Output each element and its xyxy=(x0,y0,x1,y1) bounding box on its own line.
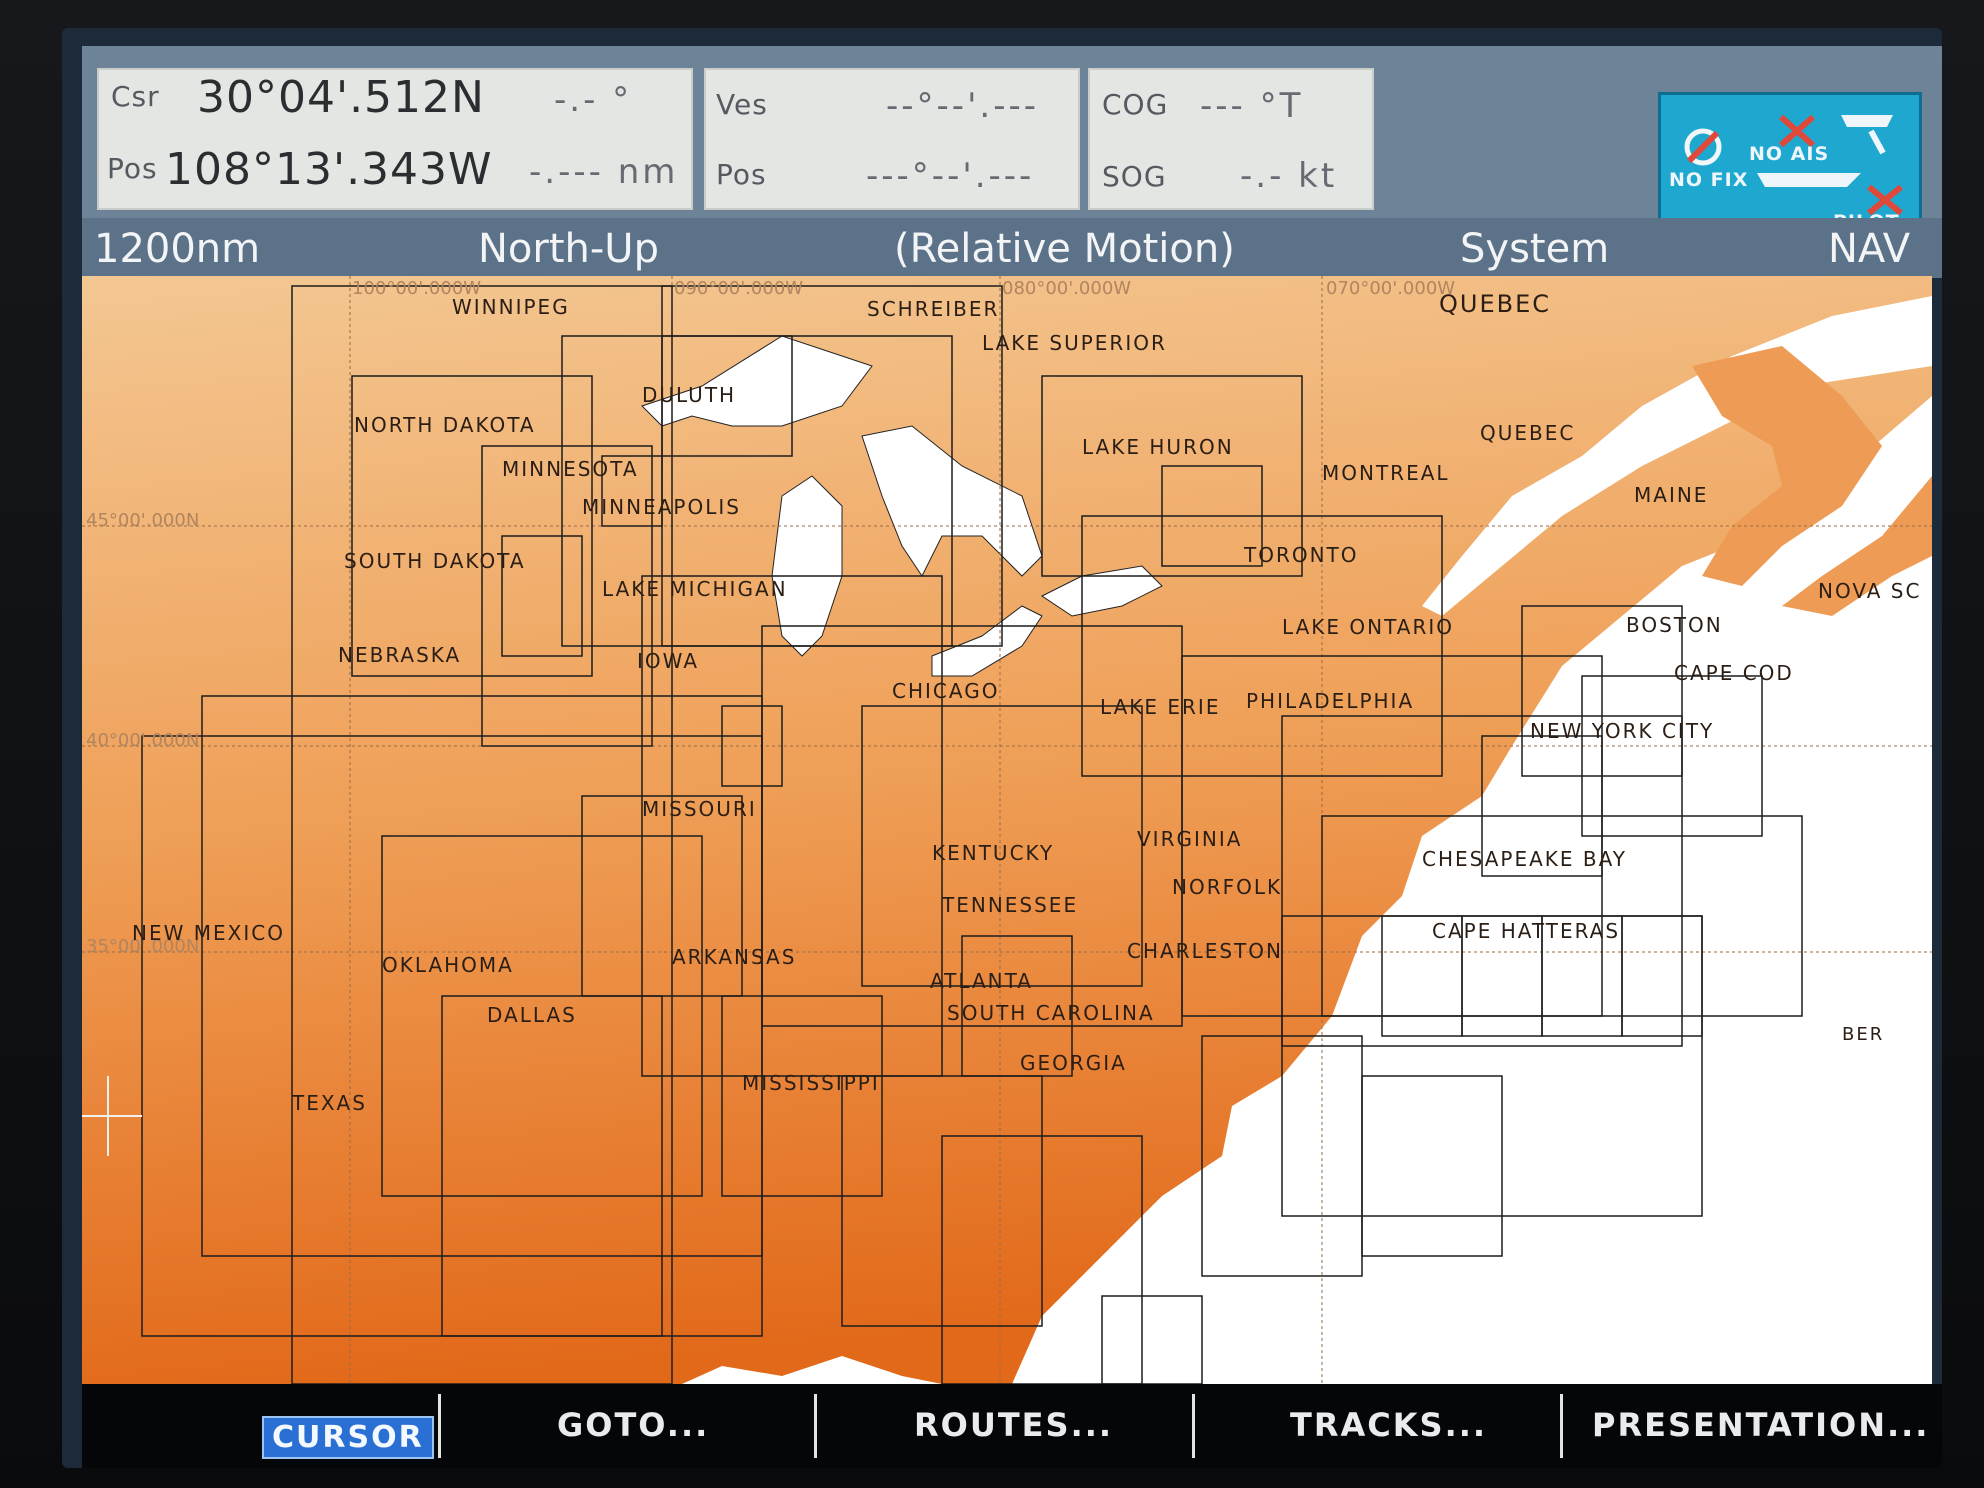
cursor-latitude: 30°04'.512N xyxy=(197,72,485,123)
pilot-cross-icon xyxy=(1867,184,1903,216)
place-label: QUEBEC xyxy=(1439,290,1551,318)
place-label: NEBRASKA xyxy=(338,643,461,667)
tracks-softkey[interactable]: TRACKS... xyxy=(1290,1406,1487,1444)
softkey-divider xyxy=(814,1394,817,1458)
ves-label: Ves xyxy=(716,88,768,121)
cursor-softkey[interactable]: CURSOR xyxy=(262,1416,434,1459)
place-label: OKLAHOMA xyxy=(382,953,514,977)
place-label: CHARLESTON xyxy=(1127,939,1283,963)
cursor-range: -.--- nm xyxy=(529,152,679,192)
place-label: IOWA xyxy=(637,649,699,673)
vessel-pos-label: Pos xyxy=(716,158,767,191)
place-label: VIRGINIA xyxy=(1137,827,1242,851)
nav-mode-label[interactable]: NAV xyxy=(1828,226,1910,272)
vessel-position-panel: Ves --°--'.--- Pos ---°--'.--- xyxy=(704,68,1080,210)
place-label: NORTH DAKOTA xyxy=(354,413,536,437)
course-speed-panel: COG --- °T SOG -.- kt xyxy=(1088,68,1374,210)
place-label: QUEBEC xyxy=(1480,421,1575,445)
softkey-divider xyxy=(1192,1394,1195,1458)
place-label: NOVA SC xyxy=(1818,579,1921,603)
place-label: KENTUCKY xyxy=(932,841,1054,865)
softkey-divider xyxy=(1560,1394,1563,1458)
place-label: LAKE ONTARIO xyxy=(1282,615,1454,639)
place-label: WINNIPEG xyxy=(452,295,570,319)
place-label: BOSTON xyxy=(1626,613,1723,637)
place-label: MONTREAL xyxy=(1322,461,1450,485)
place-label: BER xyxy=(1842,1024,1884,1045)
place-label: MINNESOTA xyxy=(502,457,639,481)
place-label: NORFOLK xyxy=(1172,875,1282,899)
lon-080-label: 080°00'.000W xyxy=(1002,278,1131,299)
place-label: TENNESSEE xyxy=(941,893,1078,917)
place-label: NEW YORK CITY xyxy=(1530,719,1714,743)
chart-title-bar: 1200nm North-Up (Relative Motion) System… xyxy=(82,218,1942,278)
place-label: MAINE xyxy=(1634,483,1708,507)
vessel-longitude: ---°--'.--- xyxy=(866,156,1035,196)
chart-map[interactable]: 100°00'.000W 090°00'.000W 080°00'.000W 0… xyxy=(82,276,1932,1384)
chart-canvas: 100°00'.000W 090°00'.000W 080°00'.000W 0… xyxy=(82,276,1932,1384)
place-label: LAKE ERIE xyxy=(1100,695,1220,719)
motion-mode-label[interactable]: (Relative Motion) xyxy=(894,226,1235,272)
place-label: PHILADELPHIA xyxy=(1246,689,1414,713)
system-label[interactable]: System xyxy=(1460,226,1609,272)
lon-090-label: 090°00'.000W xyxy=(674,278,803,299)
vessel-latitude: --°--'.--- xyxy=(886,86,1040,126)
place-label: LAKE HURON xyxy=(1082,435,1234,459)
presentation-softkey[interactable]: PRESENTATION... xyxy=(1592,1406,1929,1444)
place-label: MISSOURI xyxy=(642,797,757,821)
range-label[interactable]: 1200nm xyxy=(94,226,260,272)
place-label: LAKE SUPERIOR xyxy=(982,331,1167,355)
csr-label: Csr xyxy=(111,80,160,113)
data-bar: Csr 30°04'.512N -.- ° Pos 108°13'.343W -… xyxy=(82,46,1942,241)
cog-value: --- °T xyxy=(1200,86,1304,126)
satellite-dish-icon xyxy=(1841,115,1893,127)
place-label: DALLAS xyxy=(487,1003,577,1027)
ais-cross-icon xyxy=(1779,114,1815,148)
place-label: NEW MEXICO xyxy=(132,921,285,945)
place-label: TORONTO xyxy=(1243,543,1359,567)
lon-070-label: 070°00'.000W xyxy=(1326,278,1455,299)
noais-label: NO AIS xyxy=(1749,143,1830,165)
sog-value: -.- kt xyxy=(1240,156,1338,196)
place-label: CHICAGO xyxy=(892,679,999,703)
place-label: CAPE COD xyxy=(1674,661,1794,685)
place-label: DULUTH xyxy=(642,383,736,407)
dish-mast-icon xyxy=(1868,129,1886,155)
cog-label: COG xyxy=(1102,88,1169,121)
place-label: MISSISSIPPI xyxy=(742,1071,880,1095)
routes-softkey[interactable]: ROUTES... xyxy=(914,1406,1113,1444)
cursor-position-panel: Csr 30°04'.512N -.- ° Pos 108°13'.343W -… xyxy=(97,68,693,210)
place-label: SOUTH CAROLINA xyxy=(947,1001,1155,1025)
place-label: MINNEAPOLIS xyxy=(582,495,741,519)
softkey-divider xyxy=(438,1394,441,1458)
place-label: LAKE MICHIGAN xyxy=(602,577,788,601)
goto-softkey[interactable]: GOTO... xyxy=(557,1406,709,1444)
place-label: ARKANSAS xyxy=(672,945,796,969)
pos-label: Pos xyxy=(107,152,158,185)
place-label: GEORGIA xyxy=(1020,1051,1127,1075)
place-label: ATLANTA xyxy=(930,969,1033,993)
place-label: CAPE HATTERAS xyxy=(1432,919,1620,943)
lat-40-label: 40°00'.000N xyxy=(86,730,199,751)
chartplotter-screen: Csr 30°04'.512N -.- ° Pos 108°13'.343W -… xyxy=(62,28,1942,1468)
place-label: TEXAS xyxy=(291,1091,367,1115)
ais-ship-icon xyxy=(1757,173,1861,187)
lat-45-label: 45°00'.000N xyxy=(86,510,199,531)
system-status-panel[interactable]: NO FIX NO AIS PILOT xyxy=(1658,92,1922,238)
place-label: CHESAPEAKE BAY xyxy=(1422,847,1627,871)
cursor-longitude: 108°13'.343W xyxy=(165,144,493,195)
nofix-label: NO FIX xyxy=(1669,169,1749,191)
cursor-bearing: -.- ° xyxy=(554,80,633,120)
softkey-bar: CURSOR GOTO... ROUTES... TRACKS... PRESE… xyxy=(82,1384,1942,1468)
place-label: SCHREIBER xyxy=(867,297,999,321)
place-label: SOUTH DAKOTA xyxy=(344,549,526,573)
orientation-label[interactable]: North-Up xyxy=(478,226,659,272)
sog-label: SOG xyxy=(1102,160,1167,193)
